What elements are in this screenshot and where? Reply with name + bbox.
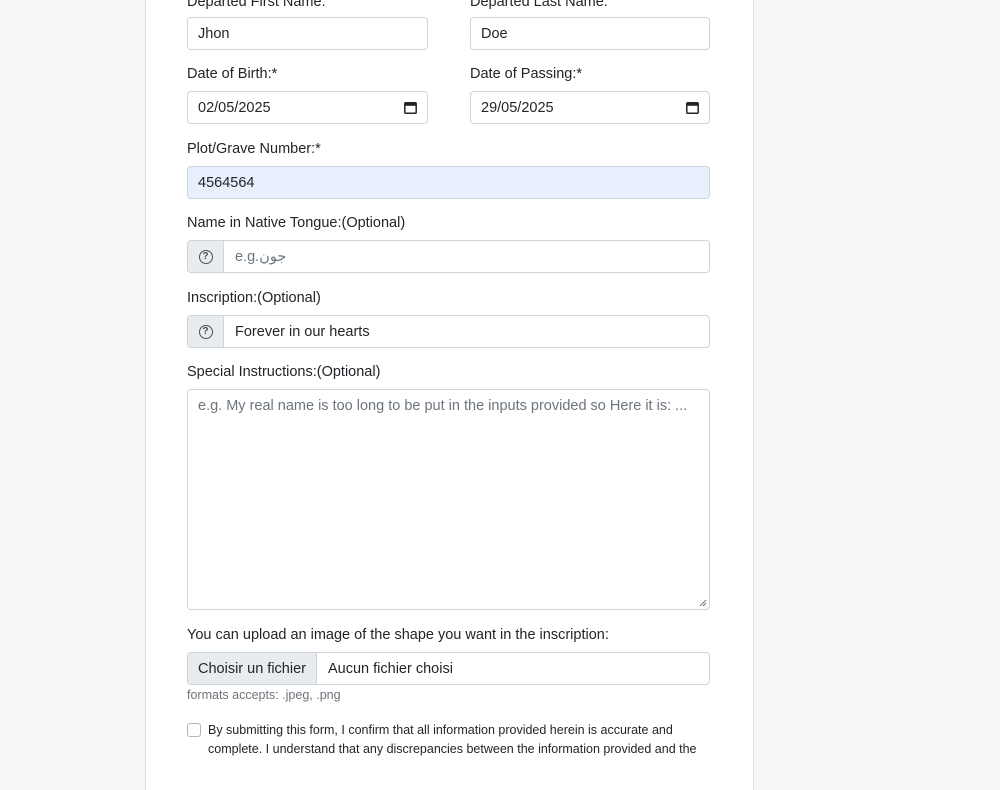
first-name-input[interactable]: Jhon bbox=[187, 17, 428, 50]
dop-value: 29/05/2025 bbox=[481, 99, 554, 116]
help-icon: ? bbox=[198, 324, 213, 339]
upload-formats-hint: formats accepts: .jpeg, .png bbox=[187, 688, 341, 702]
terms-checkbox[interactable] bbox=[187, 723, 201, 737]
file-status: Aucun fichier choisi bbox=[328, 660, 453, 677]
plot-label: Plot/Grave Number:* bbox=[187, 141, 321, 157]
upload-label: You can upload an image of the shape you… bbox=[187, 627, 609, 643]
resize-grip-icon[interactable] bbox=[699, 599, 707, 607]
native-name-help[interactable]: ? bbox=[188, 241, 224, 272]
calendar-icon[interactable] bbox=[404, 101, 417, 114]
dob-input[interactable]: 02/05/2025 bbox=[187, 91, 428, 124]
native-name-input[interactable]: e.g.جون bbox=[224, 241, 709, 272]
dob-label: Date of Birth:* bbox=[187, 66, 278, 82]
help-icon: ? bbox=[198, 249, 213, 264]
dop-input[interactable]: 29/05/2025 bbox=[470, 91, 710, 124]
plot-input[interactable]: 4564564 bbox=[187, 166, 710, 199]
first-name-label: Departed First Name: bbox=[187, 0, 326, 10]
choose-file-button[interactable]: Choisir un fichier bbox=[188, 653, 317, 684]
dob-value: 02/05/2025 bbox=[198, 99, 271, 116]
last-name-label: Departed Last Name: bbox=[470, 0, 608, 10]
last-name-input[interactable]: Doe bbox=[470, 17, 710, 50]
file-upload-input[interactable]: Choisir un fichier Aucun fichier choisi bbox=[187, 652, 710, 685]
terms-text: By submitting this form, I confirm that … bbox=[208, 723, 697, 756]
calendar-icon[interactable] bbox=[686, 101, 699, 114]
native-name-label: Name in Native Tongue:(Optional) bbox=[187, 215, 406, 231]
special-instructions-placeholder: e.g. My real name is too long to be put … bbox=[198, 398, 688, 414]
native-name-group: ? e.g.جون bbox=[187, 240, 710, 273]
special-instructions-textarea[interactable]: e.g. My real name is too long to be put … bbox=[187, 389, 710, 610]
special-instructions-label: Special Instructions:(Optional) bbox=[187, 364, 381, 380]
inscription-group: ? Forever in our hearts bbox=[187, 315, 710, 348]
inscription-input[interactable]: Forever in our hearts bbox=[224, 316, 709, 347]
dop-label: Date of Passing:* bbox=[470, 66, 583, 82]
inscription-label: Inscription:(Optional) bbox=[187, 290, 321, 306]
inscription-help[interactable]: ? bbox=[188, 316, 224, 347]
